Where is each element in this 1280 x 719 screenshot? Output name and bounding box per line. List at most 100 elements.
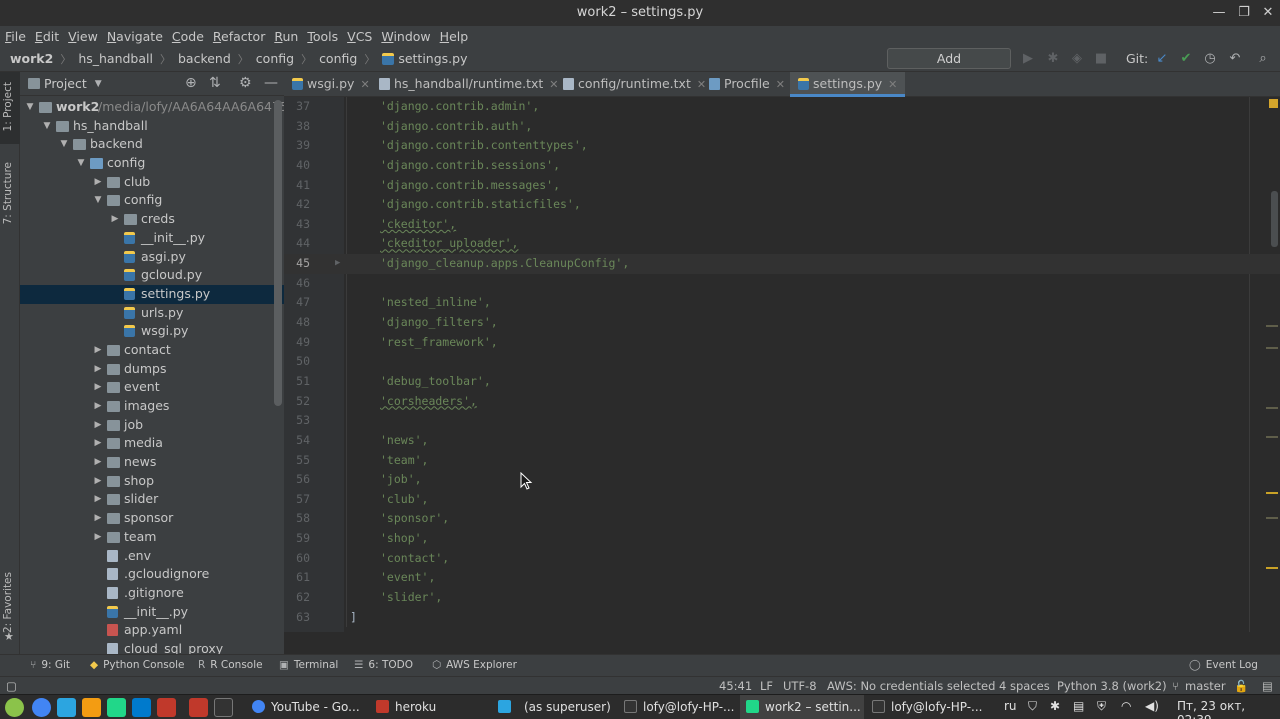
- tab-config-runtime[interactable]: config/runtime.txt ✕: [563, 72, 706, 97]
- code-line[interactable]: 51 'debug_toolbar',: [284, 372, 1280, 392]
- tool-tab-favorites[interactable]: 2: Favorites: [2, 572, 14, 633]
- wifi-icon[interactable]: ◠: [1121, 699, 1131, 713]
- tool-terminal[interactable]: ▣ Terminal: [279, 659, 338, 671]
- chevron-down-icon[interactable]: ▼: [41, 117, 53, 136]
- chevron-right-icon[interactable]: ▶: [92, 453, 104, 472]
- tree-item[interactable]: settings.py: [20, 284, 284, 304]
- tree-item[interactable]: ▶ event: [20, 378, 284, 397]
- tool-r-console[interactable]: R R Console: [198, 659, 263, 671]
- task-superuser[interactable]: (as superuser): [522, 695, 617, 719]
- code-line[interactable]: 45 'django_cleanup.apps.CleanupConfig', ▶: [284, 254, 1280, 274]
- error-stripe-mark[interactable]: [1266, 347, 1278, 349]
- code-line[interactable]: 57 'club',: [284, 490, 1280, 510]
- git-branch[interactable]: master: [1185, 679, 1226, 693]
- tool-todo[interactable]: ☰ 6: TODO: [354, 659, 413, 671]
- close-icon[interactable]: ✕: [360, 78, 369, 91]
- code-line[interactable]: 43 'ckeditor',: [284, 215, 1280, 235]
- minimize-icon[interactable]: —: [1210, 4, 1228, 22]
- chevron-down-icon[interactable]: ▼: [58, 135, 70, 154]
- debug-icon[interactable]: ✱: [1044, 50, 1062, 68]
- tree-item[interactable]: ▶ creds: [20, 210, 284, 229]
- breadcrumb-current-file[interactable]: settings.py: [398, 51, 467, 66]
- tab-hs-handball-runtime[interactable]: hs_handball/runtime.txt ✕: [379, 72, 559, 97]
- tree-item[interactable]: ▼ backend: [20, 135, 284, 154]
- tree-item[interactable]: ▼ hs_handball: [20, 117, 284, 136]
- keyboard-layout[interactable]: ru: [1004, 699, 1017, 713]
- folder-launcher-icon[interactable]: [189, 698, 208, 717]
- chevron-right-icon[interactable]: ▶: [92, 434, 104, 453]
- clipboard-icon[interactable]: ▤: [1073, 699, 1084, 713]
- file-encoding[interactable]: UTF-8: [783, 679, 817, 693]
- tab-wsgi-py[interactable]: wsgi.py ✕: [292, 72, 370, 97]
- error-stripe-mark[interactable]: [1266, 567, 1278, 569]
- code-line[interactable]: 38 'django.contrib.auth',: [284, 117, 1280, 137]
- tree-item[interactable]: ▶ contact: [20, 341, 284, 360]
- code-line[interactable]: 42 'django.contrib.staticfiles',: [284, 195, 1280, 215]
- git-commit-icon[interactable]: ✔: [1177, 50, 1195, 68]
- start-menu-icon[interactable]: [5, 698, 24, 717]
- tree-item[interactable]: asgi.py: [20, 248, 284, 267]
- code-line[interactable]: 48 'django_filters',: [284, 313, 1280, 333]
- error-stripe-mark[interactable]: [1266, 436, 1278, 438]
- code-line[interactable]: 53: [284, 411, 1280, 431]
- editor-scrollbar[interactable]: [1271, 191, 1278, 247]
- tree-item[interactable]: ▶ shop: [20, 472, 284, 491]
- error-stripe-mark[interactable]: [1266, 407, 1278, 409]
- code-line[interactable]: 40 'django.contrib.sessions',: [284, 156, 1280, 176]
- tree-root[interactable]: ▼ work2 /media/lofy/AA6A64AA6A64754B: [20, 98, 284, 117]
- coverage-icon[interactable]: ◈: [1068, 50, 1086, 68]
- tree-item[interactable]: ▶ slider: [20, 490, 284, 509]
- git-history-icon[interactable]: ◷: [1201, 50, 1219, 68]
- tool-aws-explorer[interactable]: ⬡ AWS Explorer: [432, 659, 517, 671]
- breadcrumb-item[interactable]: hs_handball: [78, 51, 153, 66]
- code-line[interactable]: 54 'news',: [284, 431, 1280, 451]
- tree-item[interactable]: ▼ config: [20, 191, 284, 210]
- python-interpreter[interactable]: Python 3.8 (work2): [1057, 679, 1167, 693]
- chevron-right-icon[interactable]: ▶: [92, 416, 104, 435]
- code-line[interactable]: 41 'django.contrib.messages',: [284, 176, 1280, 196]
- tree-item[interactable]: ▶ dumps: [20, 360, 284, 379]
- menu-navigate[interactable]: Navigate: [107, 29, 163, 44]
- breadcrumb-item[interactable]: config: [319, 51, 357, 66]
- memory-indicator-icon[interactable]: ▤: [1262, 679, 1273, 693]
- git-update-icon[interactable]: ↙: [1153, 50, 1171, 68]
- chevron-down-icon[interactable]: ▼: [24, 98, 36, 117]
- task-telegram[interactable]: [492, 695, 518, 719]
- tree-item[interactable]: ▶ news: [20, 453, 284, 472]
- chevron-right-icon[interactable]: ▶: [92, 341, 104, 360]
- chevron-right-icon[interactable]: ▶: [92, 173, 104, 192]
- tab-procfile[interactable]: Procfile ✕: [709, 72, 785, 97]
- tree-item[interactable]: urls.py: [20, 304, 284, 323]
- tab-settings-py[interactable]: settings.py ✕: [790, 72, 906, 97]
- chevron-down-icon[interactable]: ▼: [75, 154, 87, 173]
- sublime-launcher-icon[interactable]: [82, 698, 101, 717]
- gear-icon[interactable]: ⚙: [239, 75, 252, 91]
- close-icon[interactable]: ✕: [776, 78, 785, 91]
- tree-item[interactable]: ▶ team: [20, 528, 284, 547]
- tree-item[interactable]: ▼ config: [20, 154, 284, 173]
- menu-tools[interactable]: Tools: [307, 29, 338, 44]
- tree-item[interactable]: ▶ sponsor: [20, 509, 284, 528]
- close-icon[interactable]: ✕: [1259, 4, 1277, 22]
- code-editor[interactable]: 37 'django.contrib.admin', 38 'django.contr…: [284, 97, 1280, 632]
- code-line[interactable]: 56 'job',: [284, 470, 1280, 490]
- tool-git[interactable]: ⑂ 9: Git: [30, 659, 70, 671]
- toggle-tool-windows-icon[interactable]: ▢: [6, 679, 17, 693]
- code-line[interactable]: 39 'django.contrib.contenttypes',: [284, 136, 1280, 156]
- task-terminal-1[interactable]: lofy@lofy-HP-...: [618, 695, 738, 719]
- chrome-launcher-icon[interactable]: [32, 698, 51, 717]
- code-line[interactable]: 47 'nested_inline',: [284, 293, 1280, 313]
- tool-tab-structure[interactable]: 7: Structure: [2, 162, 14, 224]
- error-stripe-mark[interactable]: [1266, 492, 1278, 494]
- task-terminal-2[interactable]: lofy@lofy-HP-...: [866, 695, 990, 719]
- code-line[interactable]: 49 'rest_framework',: [284, 333, 1280, 353]
- breadcrumb-item[interactable]: config: [256, 51, 294, 66]
- pycharm-launcher-icon[interactable]: [107, 698, 126, 717]
- chevron-right-icon[interactable]: ▶: [92, 509, 104, 528]
- shield-icon[interactable]: ⛨: [1097, 699, 1106, 714]
- stop-icon[interactable]: ■: [1092, 50, 1110, 68]
- code-line[interactable]: 37 'django.contrib.admin',: [284, 97, 1280, 117]
- tree-item[interactable]: cloud_sql_proxy: [20, 640, 284, 654]
- search-icon[interactable]: ⌕: [1254, 50, 1272, 68]
- indent-setting[interactable]: 4 spaces: [999, 679, 1050, 693]
